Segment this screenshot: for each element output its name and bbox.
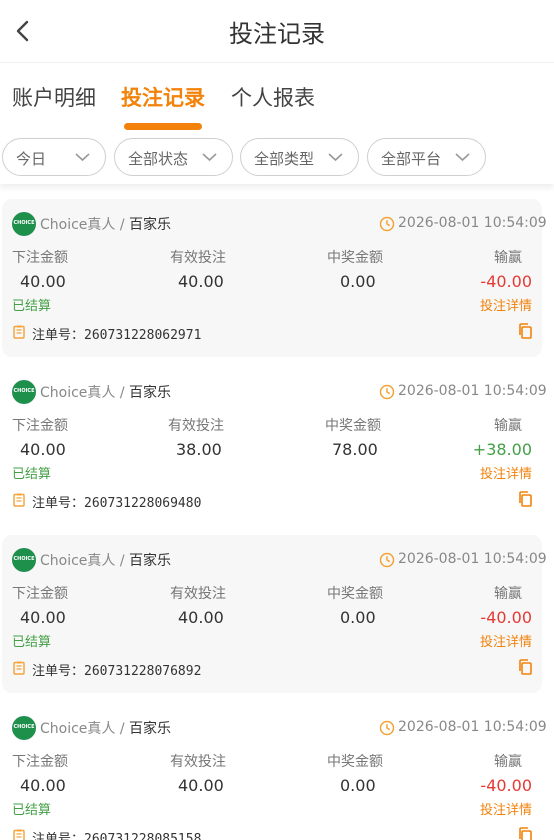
choice-logo-icon: CHOICE — [12, 548, 36, 572]
clock-icon — [379, 216, 395, 232]
settled-status: 已结算 — [12, 803, 52, 818]
bet-amount-value: 40.00 — [20, 608, 66, 627]
clock-icon — [379, 384, 395, 400]
profit-label: 输赢 — [494, 418, 522, 434]
clock-icon — [379, 552, 395, 568]
tab-bar: 账户明细 投注记录 个人报表 — [0, 64, 554, 132]
platform-filter-dropdown[interactable]: 全部平台 — [367, 138, 486, 176]
bet-record-card[interactable]: CHOICE Choice真人 / 百家乐 2026-08-01 10:54:0… — [2, 703, 547, 840]
document-icon — [13, 661, 25, 675]
win-amount-label: 中奖金额 — [325, 418, 381, 434]
date-filter-label: 今日 — [16, 150, 47, 168]
provider-name: Choice真人 / 百家乐 — [40, 385, 172, 401]
valid-bet-label: 有效投注 — [168, 418, 224, 434]
bet-amount-value: 40.00 — [20, 440, 66, 459]
valid-bet-label: 有效投注 — [170, 250, 226, 266]
document-icon — [13, 829, 25, 840]
win-amount-value: 0.00 — [340, 608, 376, 627]
bet-detail-link[interactable]: 投注详情 — [480, 799, 532, 818]
bet-time: 2026-08-01 10:54:09 — [398, 551, 547, 567]
valid-bet-value: 38.00 — [176, 440, 222, 459]
order-number: 注单号：260731228085158 — [32, 832, 202, 840]
tab-account-details[interactable]: 账户明细 — [12, 82, 96, 112]
date-filter-dropdown[interactable]: 今日 — [2, 138, 106, 176]
chevron-down-icon — [328, 153, 343, 162]
order-number: 注单号：260731228069480 — [32, 496, 202, 511]
bet-record-card[interactable]: CHOICE Choice真人 / 百家乐 2026-08-01 10:54:0… — [2, 367, 547, 525]
document-icon — [13, 325, 25, 339]
settled-status: 已结算 — [12, 299, 52, 314]
order-number: 注单号：260731228062971 — [32, 328, 202, 343]
bet-time: 2026-08-01 10:54:09 — [398, 719, 547, 735]
bet-amount-label: 下注金额 — [12, 754, 68, 770]
order-number: 注单号：260731228076892 — [32, 664, 202, 679]
bet-amount-value: 40.00 — [20, 776, 66, 795]
bet-amount-value: 40.00 — [20, 272, 66, 291]
copy-icon[interactable] — [518, 827, 532, 840]
provider-name: Choice真人 / 百家乐 — [40, 553, 172, 569]
type-filter-label: 全部类型 — [254, 150, 315, 168]
copy-icon[interactable] — [518, 659, 532, 675]
win-amount-label: 中奖金额 — [327, 250, 383, 266]
valid-bet-value: 40.00 — [178, 776, 224, 795]
bet-record-card[interactable]: CHOICE Choice真人 / 百家乐 2026-08-01 10:54:0… — [2, 535, 547, 693]
bet-time: 2026-08-01 10:54:09 — [398, 215, 547, 231]
bet-amount-label: 下注金额 — [12, 418, 68, 434]
bet-amount-label: 下注金额 — [12, 250, 68, 266]
win-amount-value: 0.00 — [340, 776, 376, 795]
chevron-down-icon — [455, 153, 470, 162]
status-filter-dropdown[interactable]: 全部状态 — [114, 138, 233, 176]
valid-bet-label: 有效投注 — [170, 754, 226, 770]
valid-bet-label: 有效投注 — [170, 586, 226, 602]
win-amount-value: 0.00 — [340, 272, 376, 291]
bet-detail-link[interactable]: 投注详情 — [480, 295, 532, 314]
choice-logo-icon: CHOICE — [12, 716, 36, 740]
profit-label: 输赢 — [494, 754, 522, 770]
bet-detail-link[interactable]: 投注详情 — [480, 631, 532, 650]
document-icon — [13, 493, 25, 507]
provider-name: Choice真人 / 百家乐 — [40, 721, 172, 737]
top-bar: 投注记录 — [0, 0, 554, 63]
tab-bet-records[interactable]: 投注记录 — [121, 82, 205, 112]
chevron-down-icon — [75, 153, 90, 162]
profit-value: -40.00 — [480, 272, 532, 291]
choice-logo-icon: CHOICE — [12, 212, 36, 236]
chevron-down-icon — [202, 153, 217, 162]
bet-time: 2026-08-01 10:54:09 — [398, 383, 547, 399]
profit-value: -40.00 — [480, 608, 532, 627]
valid-bet-value: 40.00 — [178, 608, 224, 627]
page-title: 投注记录 — [229, 20, 325, 48]
bet-record-list: CHOICE Choice真人 / 百家乐 2026-08-01 10:54:0… — [0, 184, 554, 840]
choice-logo-icon: CHOICE — [12, 380, 36, 404]
settled-status: 已结算 — [12, 467, 52, 482]
provider-name: Choice真人 / 百家乐 — [40, 217, 172, 233]
clock-icon — [379, 720, 395, 736]
bet-detail-link[interactable]: 投注详情 — [480, 463, 532, 482]
profit-label: 输赢 — [494, 250, 522, 266]
copy-icon[interactable] — [518, 491, 532, 507]
profit-value: +38.00 — [472, 440, 532, 459]
bet-record-card[interactable]: CHOICE Choice真人 / 百家乐 2026-08-01 10:54:0… — [2, 199, 547, 357]
status-filter-label: 全部状态 — [128, 150, 189, 168]
copy-icon[interactable] — [518, 323, 532, 339]
active-tab-indicator — [124, 123, 202, 130]
profit-value: -40.00 — [480, 776, 532, 795]
profit-label: 输赢 — [494, 586, 522, 602]
filter-bar: 今日 全部状态 全部类型 全部平台 — [0, 132, 554, 184]
tab-personal-report[interactable]: 个人报表 — [231, 82, 315, 112]
win-amount-label: 中奖金额 — [327, 586, 383, 602]
platform-filter-label: 全部平台 — [381, 150, 442, 168]
valid-bet-value: 40.00 — [178, 272, 224, 291]
bet-amount-label: 下注金额 — [12, 586, 68, 602]
win-amount-label: 中奖金额 — [327, 754, 383, 770]
win-amount-value: 78.00 — [332, 440, 378, 459]
type-filter-dropdown[interactable]: 全部类型 — [240, 138, 359, 176]
settled-status: 已结算 — [12, 635, 52, 650]
